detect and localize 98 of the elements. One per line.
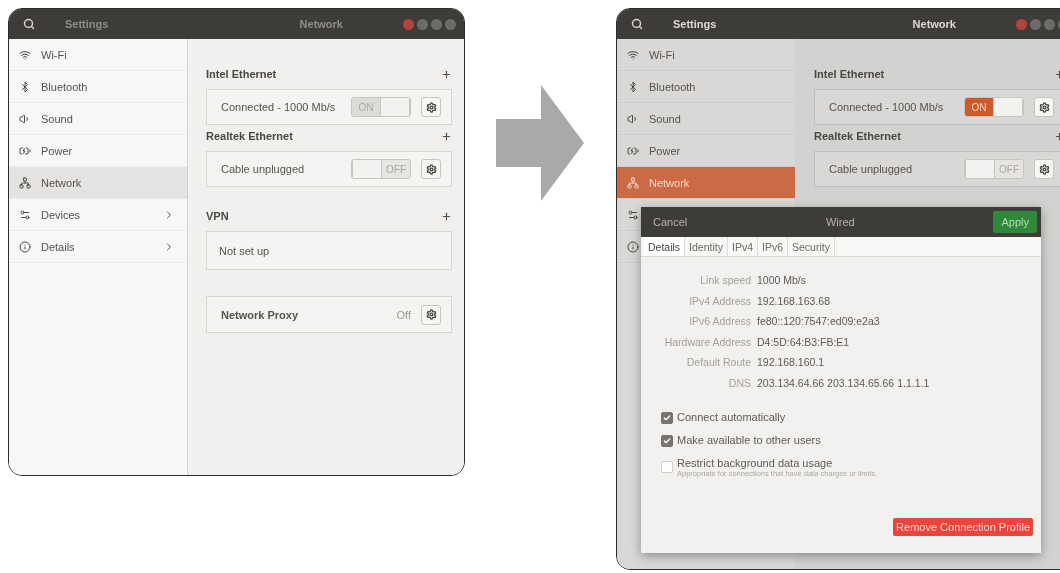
sidebar-item[interactable]: Network (617, 167, 795, 199)
connection-status: Connected - 1000 Mb/s (829, 101, 945, 113)
tab[interactable]: IPv4 (727, 237, 758, 256)
connection-status: Connected - 1000 Mb/s (221, 101, 337, 113)
checkbox-label: Restrict background data usage (677, 456, 834, 469)
add-icon[interactable] (441, 210, 452, 222)
proxy-label: Network Proxy (221, 308, 300, 321)
devices-icon (19, 208, 31, 221)
wifi-icon (627, 48, 639, 61)
detail-label: Hardware Address (663, 335, 751, 348)
gear-icon (1038, 101, 1050, 113)
sidebar-label: Wi-Fi (649, 48, 676, 61)
toggle-label: ON (965, 98, 993, 116)
sidebar-label: Wi-Fi (41, 48, 68, 61)
gear-icon (1038, 163, 1050, 175)
dialog-title: Wired (826, 216, 855, 228)
detail-value: 203.134.64.66 203.134.65.66 1.1.1.1 (757, 376, 931, 389)
detail-label: IPv6 Address (688, 315, 751, 327)
detail-value: 192.168.160.1 (757, 356, 826, 368)
sidebar-item[interactable]: Details (9, 231, 187, 263)
settings-button[interactable] (1034, 159, 1054, 179)
tab[interactable]: IPv6 (758, 237, 788, 256)
sidebar-title: Settings (65, 18, 109, 30)
checkbox[interactable] (661, 411, 673, 424)
search-icon[interactable] (23, 18, 35, 30)
sidebar-item[interactable]: Network (9, 167, 187, 199)
power-icon (627, 144, 639, 157)
details-icon (627, 240, 639, 253)
sidebar-label: Network (41, 176, 83, 189)
checkbox-label: Make available to other users (677, 433, 821, 446)
sidebar-label: Devices (41, 208, 82, 221)
settings-button[interactable] (421, 97, 441, 117)
section-heading: Realtek Ethernet (814, 130, 901, 142)
sidebar-label: Sound (649, 112, 682, 125)
connection-status: Cable unplugged (829, 163, 914, 175)
window-title: Network (299, 18, 343, 30)
detail-label: DNS (727, 376, 751, 389)
sidebar-item[interactable]: Devices (9, 199, 187, 231)
gear-icon (425, 163, 437, 175)
sidebar-item[interactable]: Sound (617, 103, 795, 135)
checkbox-label: Connect automatically (677, 410, 786, 423)
sidebar-item[interactable]: Wi-Fi (617, 39, 795, 71)
toggle-label: OFF (382, 160, 410, 178)
window-title: Network (912, 18, 956, 30)
settings-button[interactable] (421, 159, 441, 179)
power-icon (19, 144, 31, 157)
detail-value: 1000 Mb/s (757, 274, 808, 286)
section-heading: Intel Ethernet (206, 68, 277, 80)
sidebar-label: Power (41, 144, 74, 157)
toggle-switch[interactable]: ON (964, 97, 1024, 117)
gear-icon (425, 101, 437, 113)
sidebar-label: Bluetooth (41, 80, 89, 93)
network-icon (19, 176, 31, 189)
tab[interactable]: Security (788, 237, 835, 256)
sound-icon (19, 112, 31, 125)
detail-value: D4:5D:64:B3:FB:E1 (757, 335, 851, 348)
section-heading: VPN (206, 210, 229, 222)
toggle-label: OFF (995, 160, 1023, 178)
sidebar-item[interactable]: Wi-Fi (9, 39, 187, 71)
add-icon[interactable] (441, 130, 452, 142)
detail-value: fe80::120:7547:ed09:e2a3 (757, 315, 881, 327)
devices-icon (627, 208, 639, 221)
sidebar-label: Network (649, 176, 691, 189)
sidebar-item[interactable]: Sound (9, 103, 187, 135)
settings-button[interactable] (1034, 97, 1054, 117)
sidebar-label: Bluetooth (649, 80, 697, 93)
remove-button[interactable]: Remove Connection Profile (893, 518, 1033, 536)
detail-label: Link speed (699, 274, 751, 286)
tab[interactable]: Details (644, 237, 686, 256)
bluetooth-icon (19, 80, 31, 93)
search-icon[interactable] (631, 18, 643, 30)
wifi-icon (19, 48, 31, 61)
proxy-status: Off (396, 308, 411, 321)
settings-button[interactable] (421, 304, 441, 325)
cancel-button[interactable]: Cancel (653, 216, 688, 228)
sidebar-label: Details (41, 240, 76, 253)
section-heading: Intel Ethernet (814, 68, 885, 80)
sidebar-label: Power (649, 144, 682, 157)
empty-text: Not set up (219, 244, 271, 257)
checkbox[interactable] (661, 434, 673, 447)
detail-label: IPv4 Address (688, 294, 751, 307)
add-icon[interactable] (441, 68, 452, 80)
gear-icon (425, 309, 437, 320)
sidebar-title: Settings (673, 18, 717, 30)
tab[interactable]: Identity (685, 237, 728, 256)
arrow-right-icon (496, 85, 584, 201)
connection-status: Cable unplugged (221, 163, 306, 175)
network-icon (627, 176, 639, 189)
bluetooth-icon (627, 80, 639, 93)
apply-button[interactable]: Apply (993, 211, 1037, 233)
detail-value: 192.168.163.68 (757, 294, 831, 307)
section-heading: Realtek Ethernet (206, 130, 293, 142)
detail-label: Default Route (685, 356, 751, 368)
sound-icon (627, 112, 639, 125)
details-icon (19, 240, 31, 253)
sidebar-label: Sound (41, 112, 74, 125)
sidebar-item[interactable]: Bluetooth (617, 71, 795, 103)
sidebar-item[interactable]: Bluetooth (9, 71, 187, 103)
